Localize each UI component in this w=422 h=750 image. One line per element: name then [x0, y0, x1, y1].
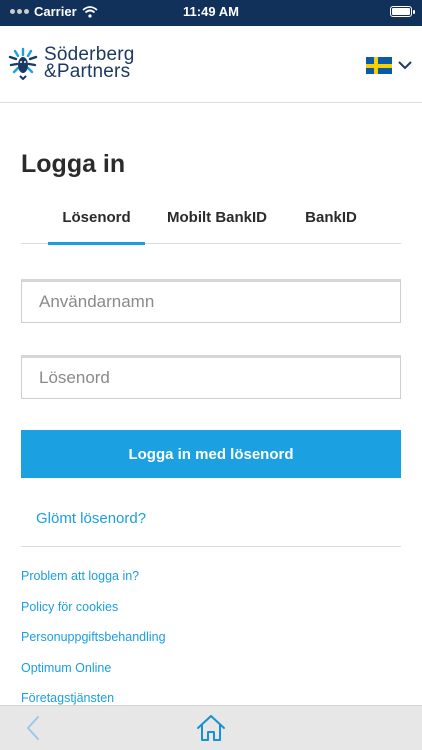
- link-login-problems[interactable]: Problem att logga in?: [21, 567, 166, 598]
- clock: 11:49 AM: [183, 4, 239, 19]
- tab-mobile-bankid[interactable]: Mobilt BankID: [161, 196, 273, 244]
- battery-icon: [390, 6, 415, 17]
- brand-name: Söderberg &Partners: [44, 45, 135, 82]
- back-button[interactable]: [26, 715, 40, 746]
- help-links: Problem att logga in? Policy för cookies…: [21, 567, 166, 720]
- link-personal-data[interactable]: Personuppgiftsbehandling: [21, 628, 166, 659]
- login-with-password-button[interactable]: Logga in med lösenord: [21, 430, 401, 478]
- chevron-left-icon: [27, 716, 39, 740]
- brand-name-line2: &Partners: [44, 61, 131, 82]
- app-header: Söderberg &Partners: [0, 26, 422, 103]
- chevron-down-icon: [398, 61, 412, 70]
- brand-logo: Söderberg &Partners: [8, 45, 135, 82]
- lion-logo-icon: [8, 47, 38, 80]
- forgot-password-link[interactable]: Glömt lösenord?: [36, 510, 146, 527]
- language-selector[interactable]: [366, 57, 412, 74]
- home-button[interactable]: [196, 714, 226, 747]
- status-bar: Carrier 11:49 AM: [0, 0, 422, 26]
- login-method-tabs: Lösenord Mobilt BankID BankID: [21, 196, 401, 245]
- link-optimum-online[interactable]: Optimum Online: [21, 659, 166, 690]
- username-field[interactable]: [21, 279, 401, 323]
- home-icon: [197, 715, 225, 741]
- tab-bankid[interactable]: BankID: [296, 196, 366, 244]
- tab-password[interactable]: Lösenord: [48, 196, 145, 245]
- page-title: Logga in: [21, 150, 126, 178]
- divider: [21, 546, 401, 547]
- link-cookie-policy[interactable]: Policy för cookies: [21, 598, 166, 629]
- bottom-toolbar: [0, 705, 422, 750]
- password-field[interactable]: [21, 355, 401, 399]
- sweden-flag-icon: [366, 57, 392, 74]
